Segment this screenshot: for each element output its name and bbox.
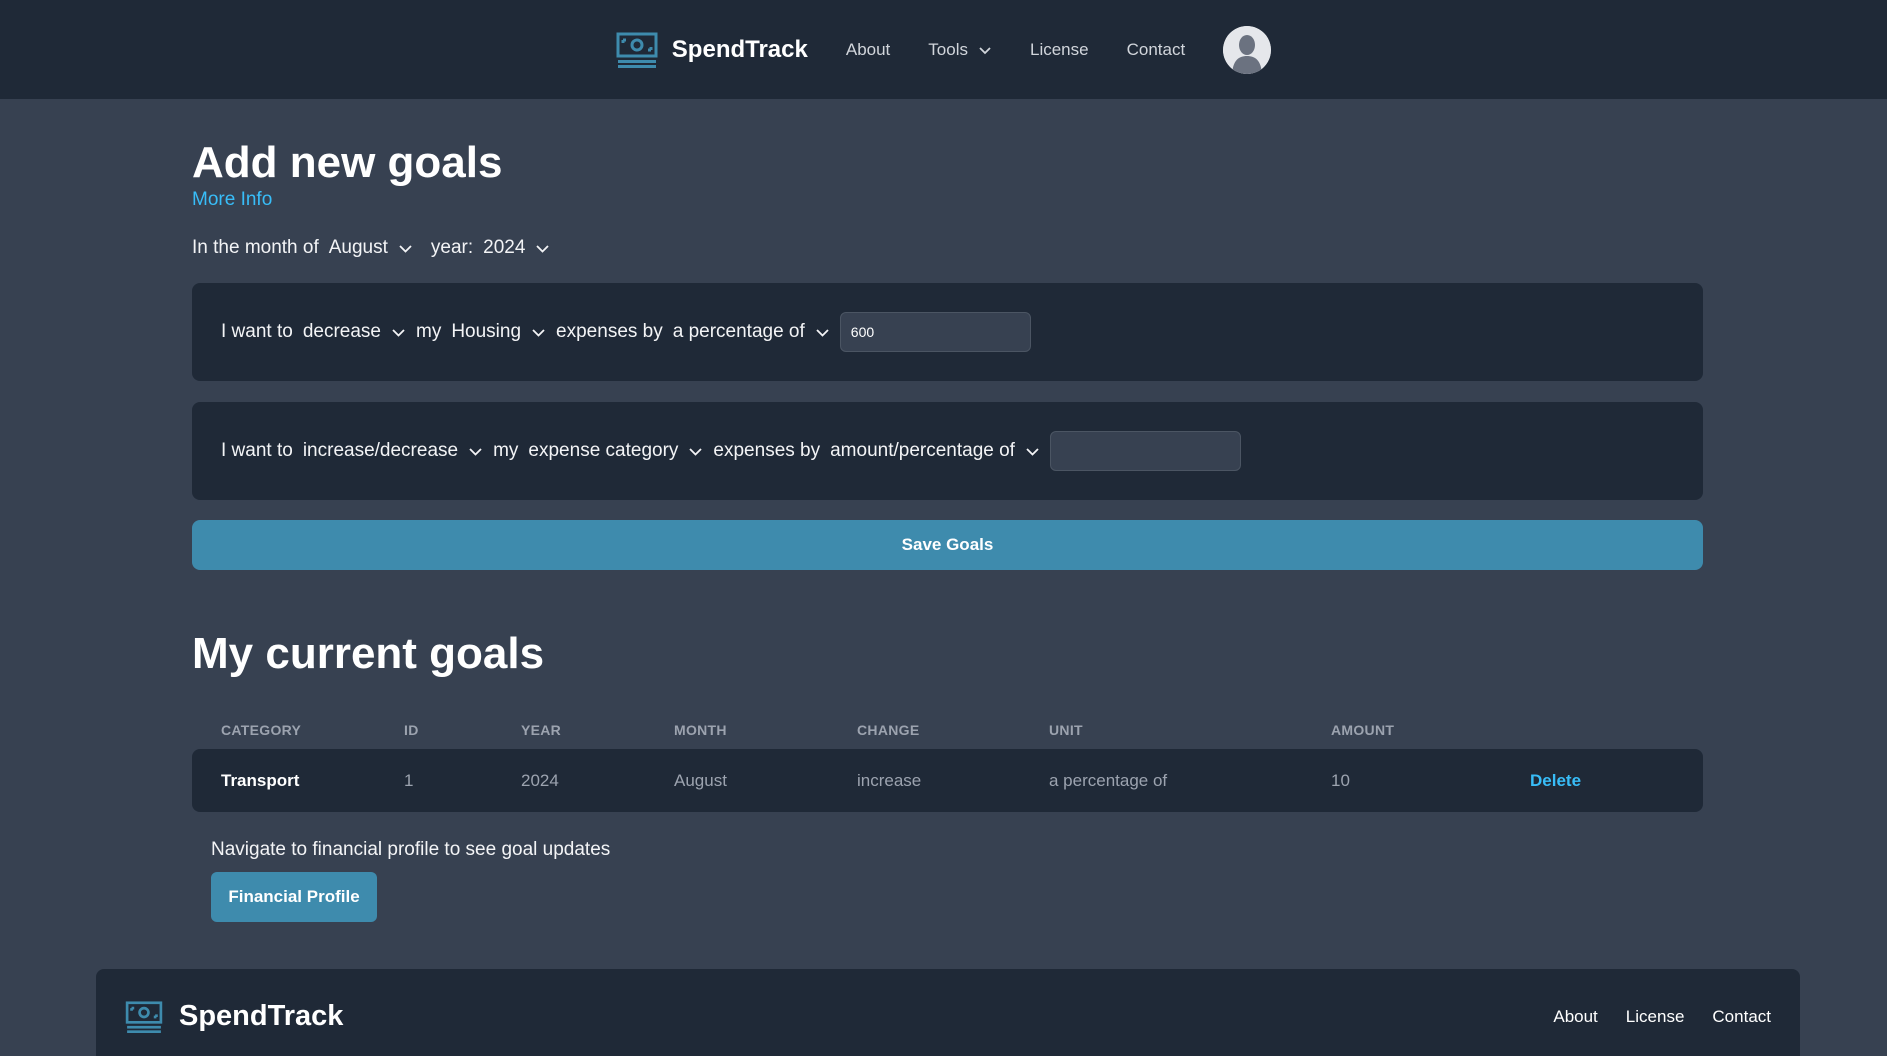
direction-select[interactable]: increase/decrease — [303, 440, 483, 462]
col-header-category: CATEGORY — [221, 721, 302, 738]
unit-select-value: amount/percentage of — [830, 440, 1015, 461]
table-header-row: CATEGORY ID YEAR MONTH CHANGE UNIT AMOUN… — [192, 710, 1703, 749]
nav-about-link[interactable]: About — [846, 40, 890, 60]
user-avatar-icon[interactable] — [1223, 25, 1272, 74]
footer-license-link[interactable]: License — [1626, 1007, 1685, 1027]
goal-form-row: I want to decrease my Housing expenses b… — [192, 283, 1703, 381]
cell-category: Transport — [221, 770, 300, 790]
month-select-value: August — [328, 237, 388, 258]
category-select[interactable]: expense category — [528, 440, 703, 462]
month-prefix-label: In the month of — [192, 237, 319, 258]
cash-icon — [125, 1000, 163, 1033]
footer-brand-name: SpendTrack — [179, 1000, 344, 1032]
year-label: year: — [430, 237, 474, 258]
page-title: Add new goals — [192, 138, 503, 187]
goal-form-row: I want to increase/decrease my expense c… — [192, 402, 1703, 500]
chevron-down-icon — [1026, 447, 1039, 456]
direction-select[interactable]: decrease — [303, 321, 406, 343]
delete-goal-link[interactable]: Delete — [1530, 771, 1581, 790]
chevron-down-icon — [816, 328, 829, 337]
footer: SpendTrack About License Contact — [96, 969, 1800, 1056]
year-select[interactable]: 2024 — [483, 237, 550, 259]
unit-select-value: a percentage of — [672, 321, 805, 342]
month-year-row: In the month of August year: 2024 — [192, 237, 550, 259]
goal-prefix-label: I want to — [221, 321, 293, 342]
category-select-value: Housing — [451, 321, 522, 342]
col-header-change: CHANGE — [857, 721, 920, 738]
goal-my-label: my — [416, 321, 442, 342]
financial-profile-button[interactable]: Financial Profile — [211, 872, 377, 922]
chevron-down-icon — [689, 447, 703, 456]
cell-actions: Delete — [1530, 749, 1703, 812]
footer-links: About License Contact — [1525, 1007, 1771, 1027]
direction-select-value: decrease — [302, 321, 381, 342]
table-row: Transport 1 2024 August increase a perce… — [192, 749, 1703, 812]
col-header-month: MONTH — [674, 721, 727, 738]
profile-hint-text: Navigate to financial profile to see goa… — [211, 839, 611, 860]
cell-id: 1 — [404, 770, 414, 790]
cell-year: 2024 — [521, 770, 559, 790]
footer-contact-link[interactable]: Contact — [1712, 1007, 1771, 1027]
more-info-link[interactable]: More Info — [192, 189, 272, 211]
brand[interactable]: SpendTrack — [616, 32, 808, 68]
nav-inner: SpendTrack About Tools License Contact — [616, 25, 1272, 74]
nav-license-link[interactable]: License — [1030, 40, 1089, 60]
footer-about-link[interactable]: About — [1553, 1007, 1597, 1027]
year-select-value: 2024 — [483, 237, 526, 258]
col-header-year: YEAR — [521, 721, 562, 738]
amount-input[interactable] — [839, 312, 1031, 352]
footer-brand[interactable]: SpendTrack — [125, 1000, 343, 1033]
col-header-id: ID — [404, 721, 419, 738]
nav-tools-label: Tools — [928, 39, 968, 59]
chevron-down-icon — [392, 328, 405, 337]
direction-select-value: increase/decrease — [302, 440, 459, 461]
chevron-down-icon — [399, 244, 412, 253]
chevron-down-icon — [532, 328, 545, 337]
nav-contact-link[interactable]: Contact — [1127, 40, 1186, 60]
chevron-down-icon — [536, 244, 550, 253]
category-select[interactable]: Housing — [451, 321, 546, 343]
current-goals-table: CATEGORY ID YEAR MONTH CHANGE UNIT AMOUN… — [192, 710, 1703, 812]
cell-unit: a percentage of — [1049, 770, 1168, 790]
category-select-value: expense category — [528, 440, 679, 461]
chevron-down-icon — [469, 447, 482, 456]
amount-input[interactable] — [1049, 431, 1241, 471]
save-goals-button[interactable]: Save Goals — [192, 520, 1703, 570]
cash-icon — [616, 32, 658, 68]
cell-month: August — [674, 770, 727, 790]
col-header-unit: UNIT — [1049, 721, 1083, 738]
goal-expenses-by-label: expenses by — [713, 440, 821, 461]
top-navbar: SpendTrack About Tools License Contact — [0, 0, 1887, 99]
avatar-silhouette — [1223, 25, 1272, 74]
month-select[interactable]: August — [329, 237, 413, 259]
col-header-amount: AMOUNT — [1331, 721, 1395, 738]
unit-select[interactable]: a percentage of — [673, 321, 830, 343]
col-header-actions — [1530, 710, 1703, 749]
cell-change: increase — [857, 770, 922, 790]
goal-my-label: my — [493, 440, 519, 461]
cell-amount: 10 — [1331, 770, 1350, 790]
unit-select[interactable]: amount/percentage of — [830, 440, 1040, 462]
goal-expenses-by-label: expenses by — [556, 321, 663, 342]
goal-prefix-label: I want to — [221, 440, 293, 461]
chevron-down-icon — [979, 46, 991, 54]
current-goals-title: My current goals — [192, 629, 545, 678]
nav-tools-dropdown[interactable]: Tools — [928, 40, 992, 60]
brand-name: SpendTrack — [671, 35, 808, 63]
